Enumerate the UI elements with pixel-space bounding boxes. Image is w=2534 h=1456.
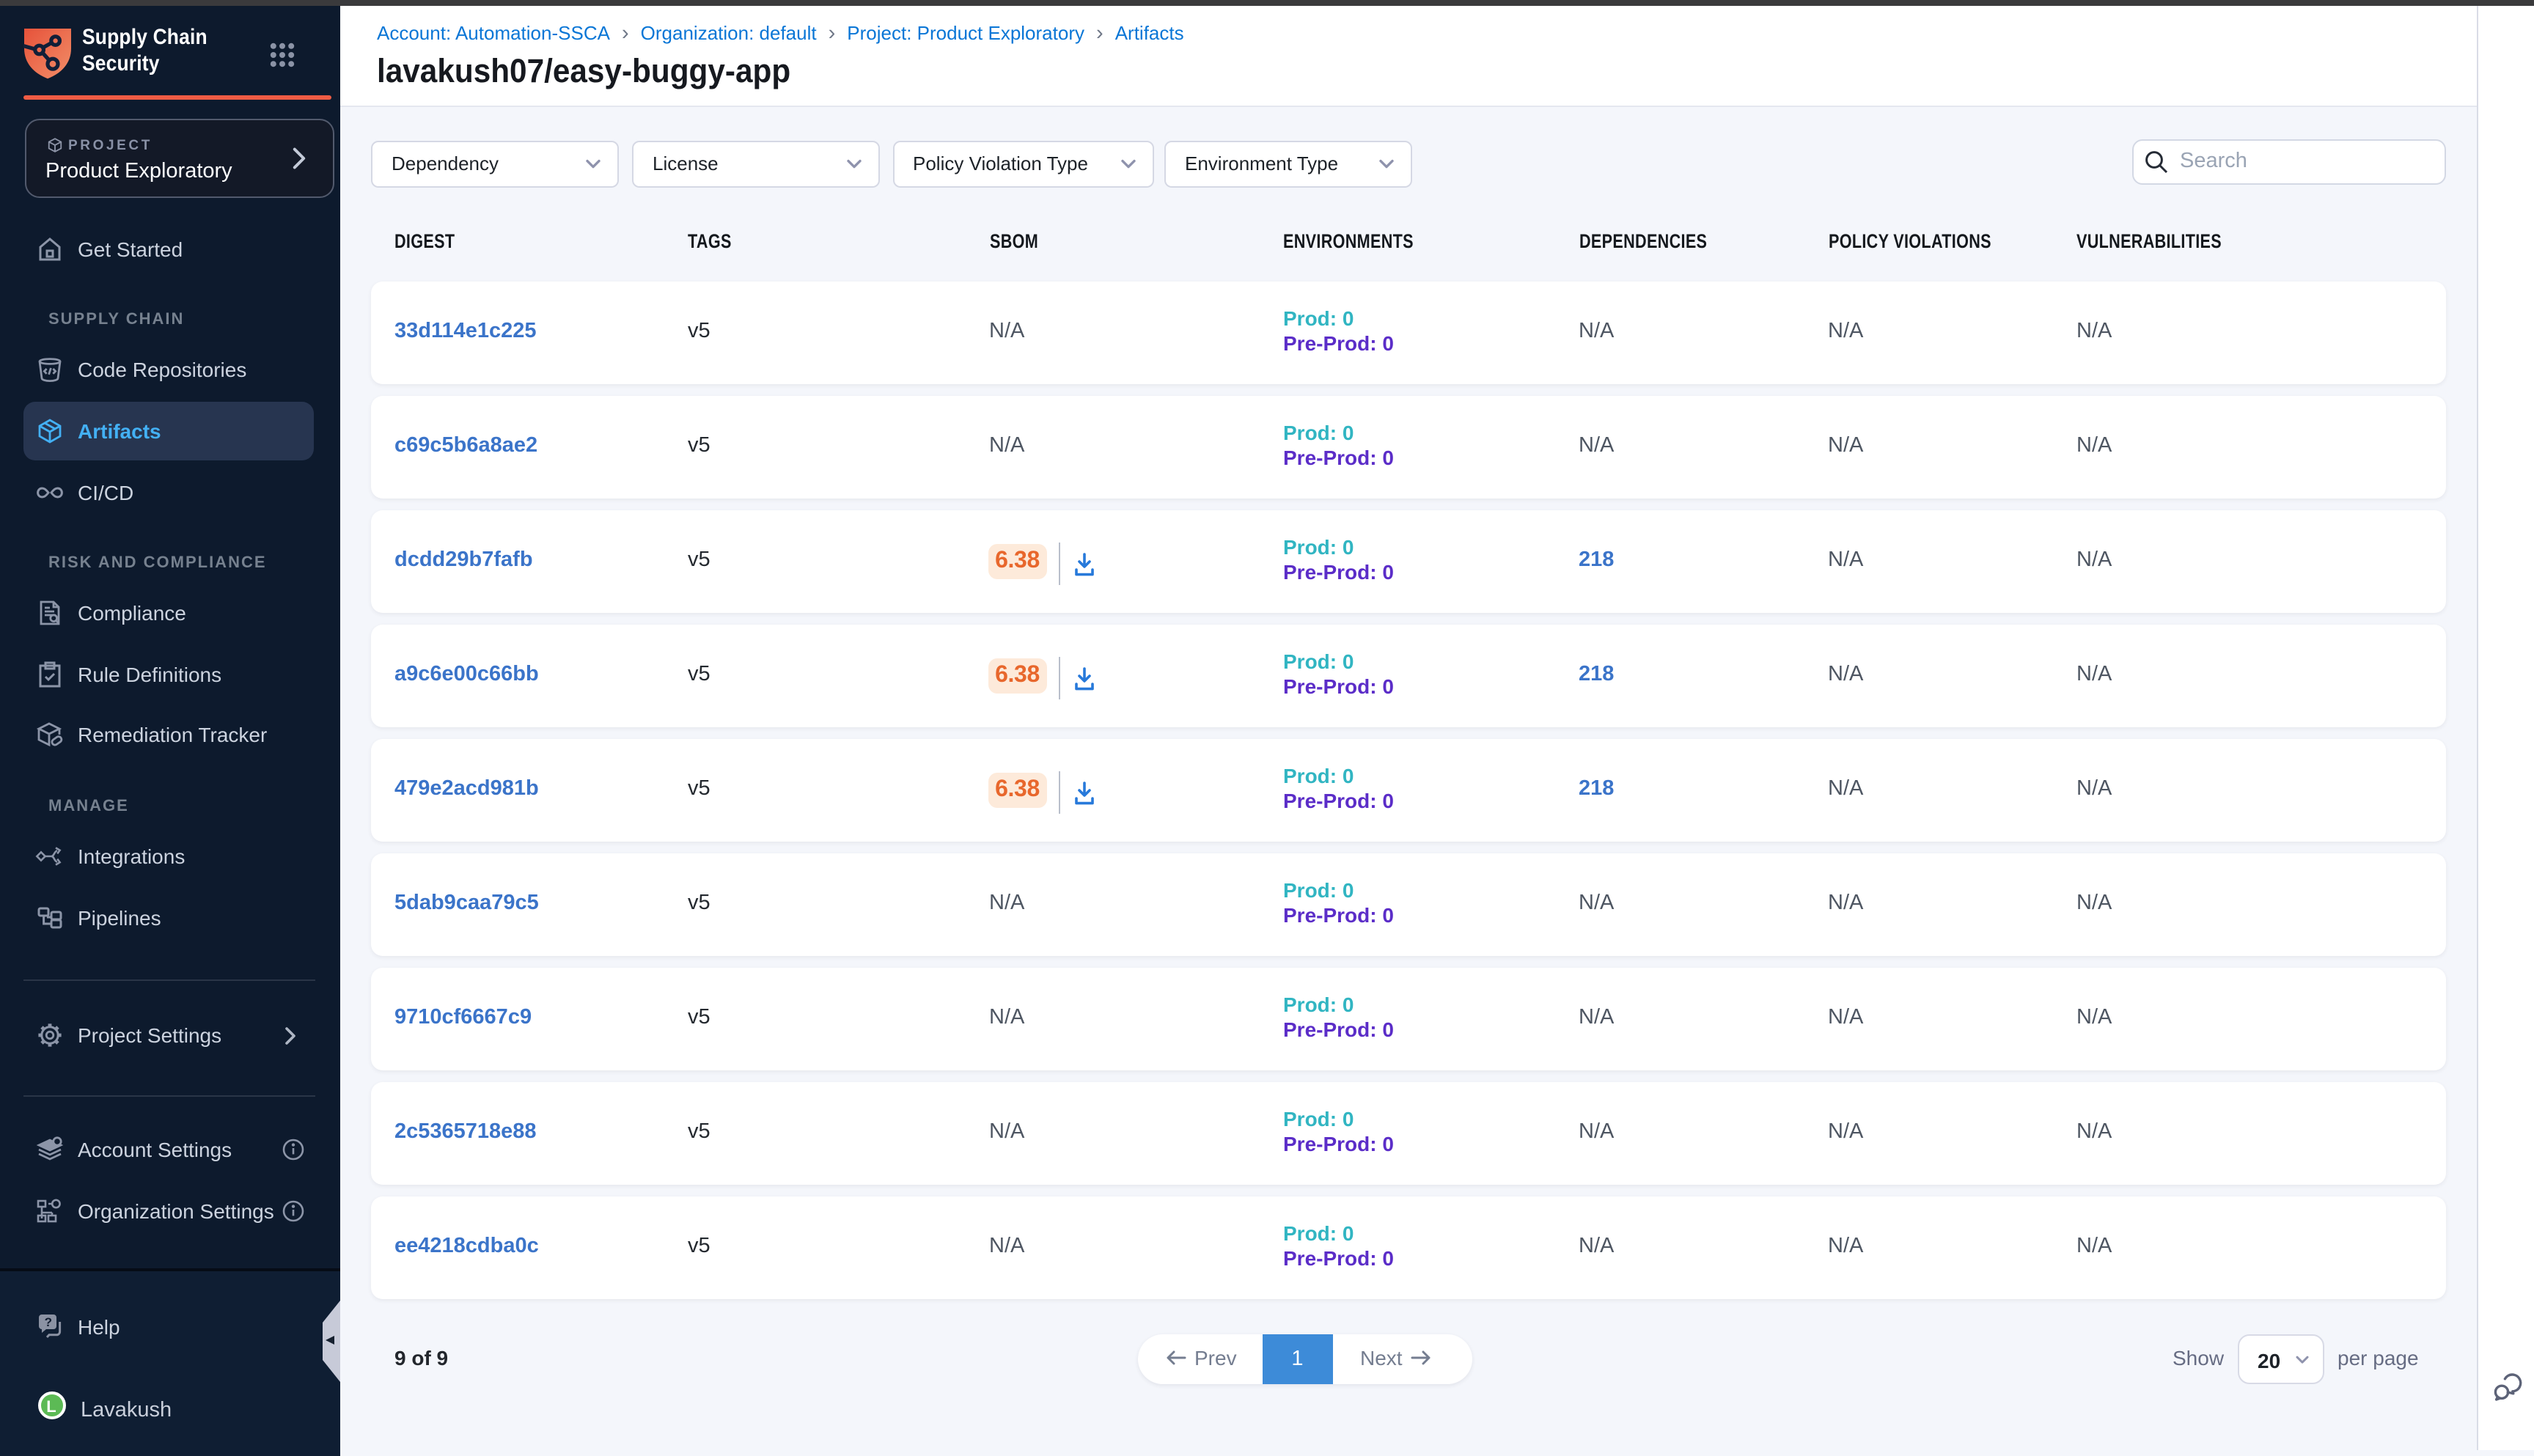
svg-text:?: ?	[45, 1315, 52, 1329]
